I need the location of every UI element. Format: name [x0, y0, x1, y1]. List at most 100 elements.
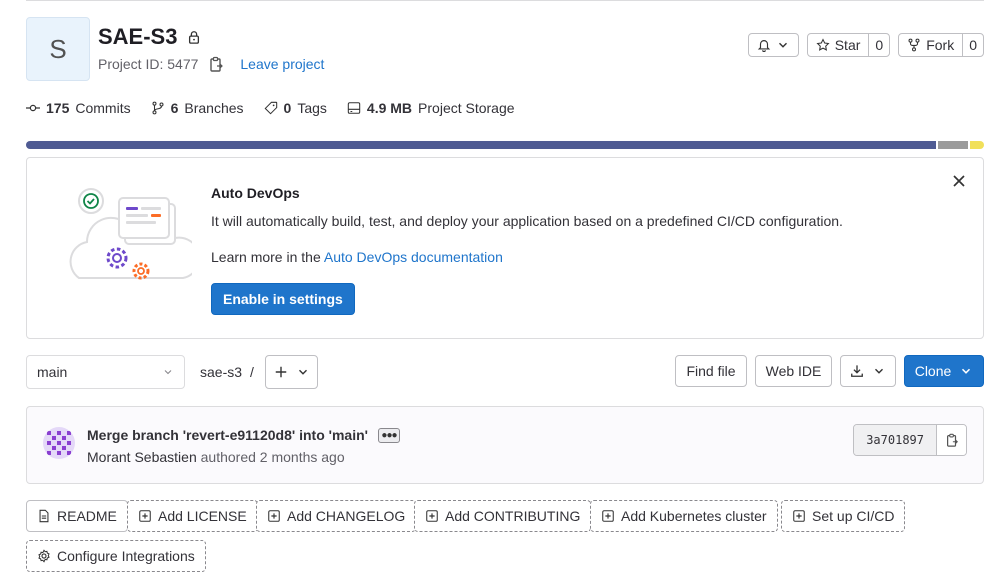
author-avatar[interactable]: [43, 427, 75, 459]
tag-icon: [264, 101, 277, 115]
commit-author[interactable]: Morant Sebastien: [87, 449, 197, 465]
auto-devops-banner: Auto DevOps It will automatically build,…: [26, 157, 984, 339]
commit-sha[interactable]: 3a701897: [854, 425, 936, 455]
notification-dropdown[interactable]: [747, 33, 799, 57]
download-icon: [851, 365, 863, 377]
chevron-down-icon: [164, 370, 172, 375]
add-license-label: Add LICENSE: [158, 508, 247, 524]
add-contributing-button[interactable]: Add CONTRIBUTING: [414, 500, 592, 532]
project-title: SAE-S3: [98, 24, 201, 50]
commit-authored-time: authored 2 months ago: [200, 449, 345, 465]
auto-devops-title: Auto DevOps: [211, 185, 300, 201]
plus-square-icon: [793, 510, 805, 522]
branch-name: main: [37, 364, 68, 380]
language-segment[interactable]: [969, 141, 984, 149]
fork-label: Fork: [926, 37, 955, 53]
header-actions: Star 0 Fork 0: [747, 33, 984, 57]
fork-icon: [908, 38, 920, 52]
add-file-dropdown[interactable]: [265, 355, 318, 389]
plus-square-icon: [602, 510, 614, 522]
branches-stat[interactable]: 6 Branches: [151, 100, 244, 116]
configure-integrations-label: Configure Integrations: [57, 548, 195, 564]
web-ide-button[interactable]: Web IDE: [755, 355, 832, 387]
copy-sha-button[interactable]: [936, 425, 966, 455]
learn-more-prefix: Learn more in the: [211, 249, 324, 265]
language-segment[interactable]: [26, 141, 937, 149]
document-icon: [39, 509, 49, 523]
bell-icon: [757, 40, 770, 52]
settings-icon: [38, 549, 50, 563]
lock-icon: [189, 31, 200, 44]
close-icon[interactable]: [951, 173, 967, 189]
storage-stat[interactable]: 4.9 MB Project Storage: [347, 100, 515, 116]
star-count[interactable]: 0: [868, 34, 889, 56]
clone-dropdown[interactable]: Clone: [904, 355, 984, 387]
breadcrumb-separator: /: [250, 364, 254, 380]
branches-label: Branches: [184, 100, 244, 116]
commits-label: Commits: [75, 100, 131, 116]
chevron-down-icon: [778, 42, 787, 48]
add-changelog-label: Add CHANGELOG: [287, 508, 406, 524]
branch-selector[interactable]: main: [26, 355, 185, 389]
auto-devops-docs-link[interactable]: Auto DevOps documentation: [324, 249, 503, 265]
copy-id-icon[interactable]: [208, 56, 224, 72]
storage-size: 4.9 MB: [366, 100, 413, 116]
language-segment[interactable]: [938, 141, 968, 149]
fork-button[interactable]: Fork 0: [898, 33, 984, 57]
leave-project-link[interactable]: Leave project: [240, 56, 324, 72]
chevron-down-icon: [298, 369, 307, 375]
download-dropdown[interactable]: [840, 355, 896, 387]
add-license-button[interactable]: Add LICENSE: [127, 500, 258, 532]
configure-integrations-button[interactable]: Configure Integrations: [26, 540, 206, 572]
commit-message-row: Merge branch 'revert-e91120d8' into 'mai…: [87, 427, 400, 443]
clone-label: Clone: [914, 363, 952, 379]
readme-button[interactable]: README: [26, 500, 128, 532]
find-file-button[interactable]: Find file: [675, 355, 747, 387]
project-id: Project ID: 5477: [98, 56, 199, 72]
add-contributing-label: Add CONTRIBUTING: [445, 508, 581, 524]
plus-square-icon: [139, 510, 151, 522]
auto-devops-learn-more: Learn more in the Auto DevOps documentat…: [211, 249, 503, 265]
tags-label: Tags: [297, 100, 327, 116]
top-divider: [26, 0, 984, 1]
project-avatar[interactable]: S: [26, 17, 90, 81]
commits-count: 175: [46, 100, 70, 116]
auto-devops-illustration: [69, 188, 192, 280]
chevron-down-icon: [875, 368, 883, 374]
readme-label: README: [57, 508, 117, 524]
branches-count: 6: [170, 100, 179, 116]
star-icon: [816, 38, 830, 51]
add-kubernetes-label: Add Kubernetes cluster: [621, 508, 767, 524]
repository-languages-bar[interactable]: [26, 141, 984, 149]
commit-message[interactable]: Merge branch 'revert-e91120d8' into 'mai…: [87, 427, 368, 443]
enable-in-settings-button[interactable]: Enable in settings: [211, 283, 355, 315]
commit-icon: [26, 104, 40, 112]
fork-count[interactable]: 0: [962, 34, 983, 56]
tags-count: 0: [283, 100, 292, 116]
project-meta: Project ID: 5477 Leave project: [98, 56, 324, 72]
commit-sha-group: 3a701897: [853, 424, 967, 456]
breadcrumb: sae-s3 /: [200, 364, 254, 380]
star-button[interactable]: Star 0: [806, 33, 891, 57]
plus-square-icon: [426, 510, 438, 522]
add-changelog-button[interactable]: Add CHANGELOG: [256, 500, 417, 532]
storage-label: Project Storage: [418, 100, 515, 116]
star-label: Star: [834, 37, 861, 53]
plus-square-icon: [268, 510, 280, 522]
auto-devops-description: It will automatically build, test, and d…: [211, 213, 843, 229]
last-commit-box: Merge branch 'revert-e91120d8' into 'mai…: [26, 406, 984, 484]
breadcrumb-repo[interactable]: sae-s3: [200, 364, 242, 380]
project-name[interactable]: SAE-S3: [98, 24, 177, 50]
branch-icon: [152, 101, 164, 115]
toggle-description-button[interactable]: ●●●: [377, 427, 400, 443]
copy-icon: [946, 433, 958, 447]
setup-cicd-button[interactable]: Set up CI/CD: [781, 500, 906, 532]
tags-stat[interactable]: 0 Tags: [264, 100, 327, 116]
commit-author-line: Morant Sebastien authored 2 months ago: [87, 449, 345, 465]
plus-icon: [275, 366, 286, 378]
commits-stat[interactable]: 175 Commits: [26, 100, 131, 116]
storage-icon: [347, 102, 361, 114]
add-kubernetes-cluster-button[interactable]: Add Kubernetes cluster: [590, 500, 778, 532]
chevron-down-icon: [962, 368, 971, 374]
project-stats: 175 Commits 6 Branches 0 Tags 4.9 MB Pro…: [26, 100, 515, 116]
